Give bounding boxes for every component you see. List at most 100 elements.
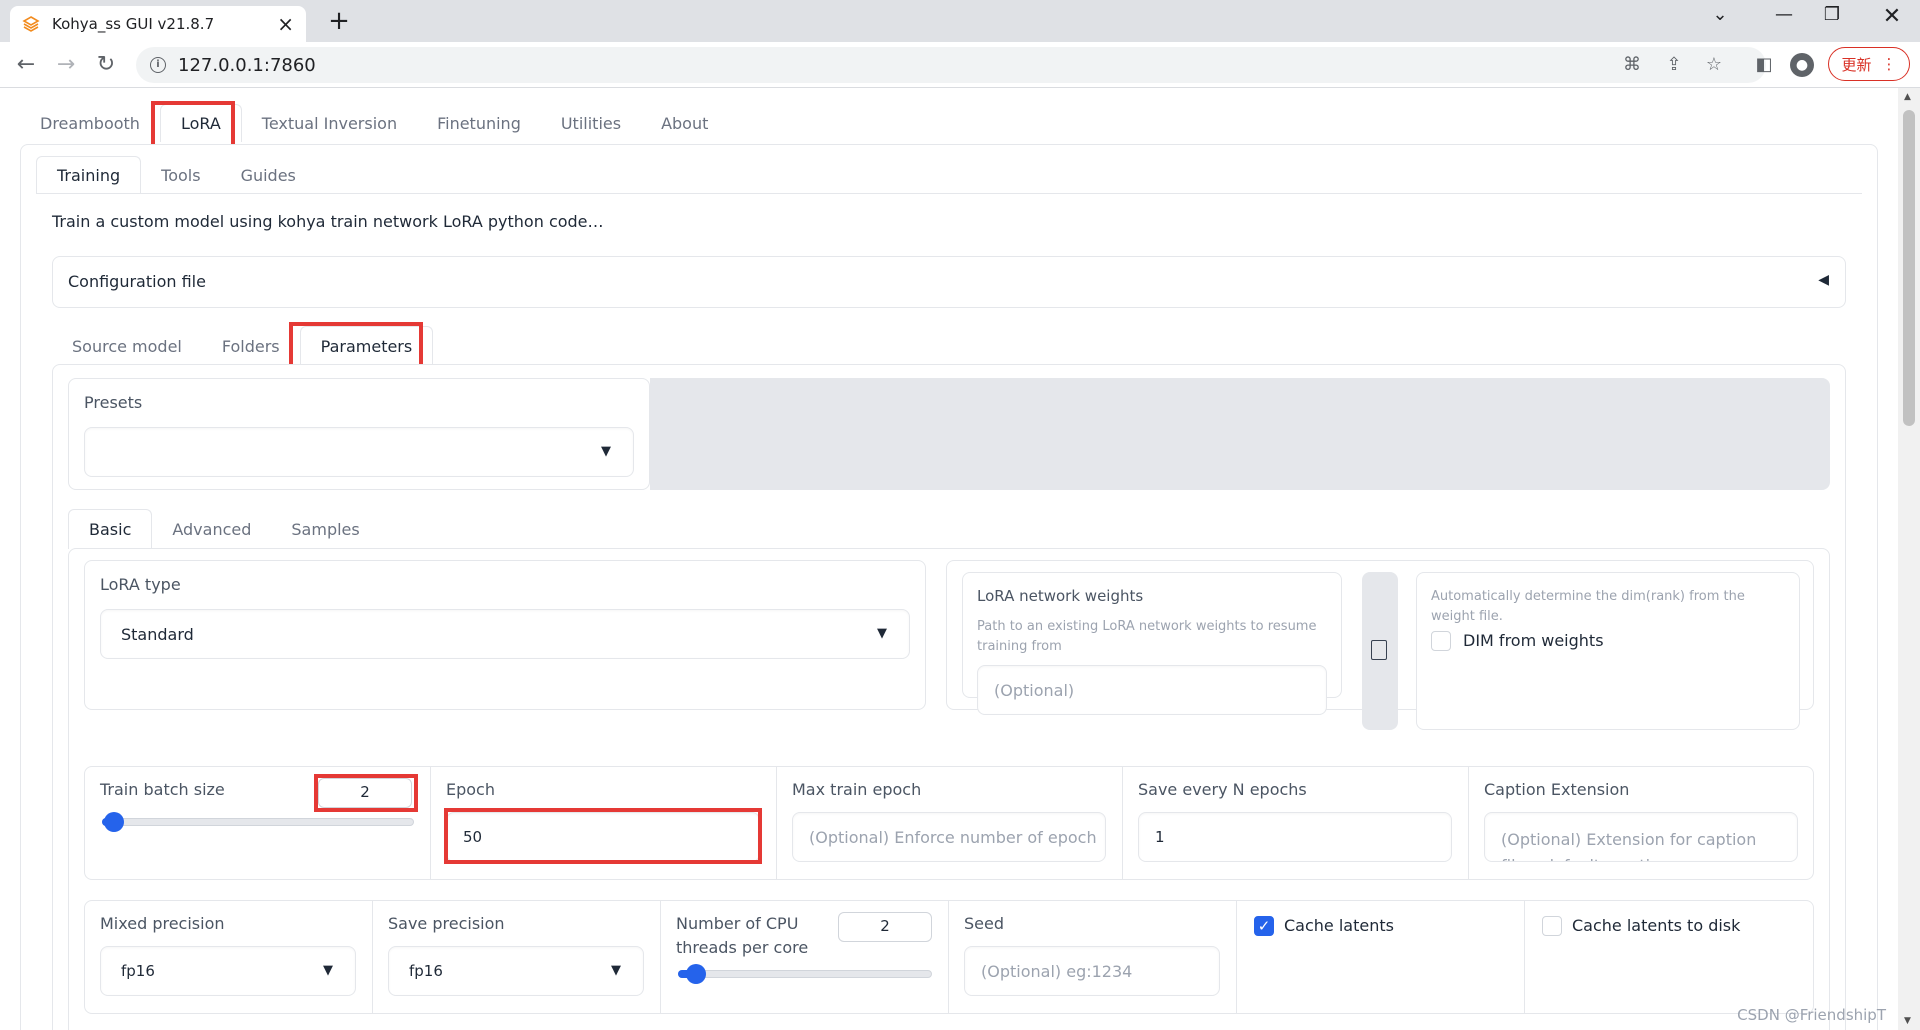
row-divider	[1468, 766, 1469, 880]
caption-extension-label: Caption Extension	[1484, 780, 1630, 799]
side-panel-icon[interactable]: ◧	[1752, 53, 1776, 77]
chevron-down-icon: ▼	[601, 444, 611, 459]
kebab-menu-icon: ⋮	[1881, 55, 1897, 73]
max-train-epoch-input[interactable]: (Optional) Enforce number of epoch	[792, 812, 1106, 862]
scrollbar-thumb[interactable]	[1903, 110, 1915, 426]
highlight-batch-size	[314, 774, 418, 812]
lora-type-dropdown[interactable]: Standard ▼	[100, 609, 910, 659]
cpu-threads-slider-handle[interactable]	[686, 964, 706, 984]
chevron-down-icon: ▼	[611, 963, 621, 978]
tab-tools[interactable]: Tools	[141, 156, 220, 194]
cache-latents-checkbox[interactable]: ✓	[1254, 916, 1274, 936]
scroll-up-icon[interactable]: ▲	[1904, 92, 1911, 102]
cpu-threads-label-line1: Number of CPU	[676, 914, 799, 933]
tab-source-model[interactable]: Source model	[52, 326, 202, 366]
lora-type-block: LoRA type Standard ▼	[84, 560, 926, 710]
save-precision-label: Save precision	[388, 914, 505, 933]
cpu-threads-track[interactable]	[678, 970, 932, 978]
tab-samples[interactable]: Samples	[271, 509, 379, 549]
dim-from-weights-info: Automatically determine the dim(rank) fr…	[1431, 589, 1745, 624]
tab-basic[interactable]: Basic	[68, 509, 153, 549]
network-weights-placeholder: (Optional)	[994, 680, 1075, 700]
configuration-file-accordion[interactable]: Configuration file ◀	[52, 256, 1846, 308]
url-text: 127.0.0.1:7860	[178, 54, 316, 76]
cpu-threads-label-line2: threads per core	[676, 938, 809, 957]
max-train-epoch-placeholder: (Optional) Enforce number of epoch	[809, 827, 1097, 847]
cache-latents-label: Cache latents	[1284, 916, 1394, 935]
save-every-n-epochs-value: 1	[1155, 828, 1165, 846]
address-bar[interactable]: i 127.0.0.1:7860	[136, 47, 1766, 83]
network-weights-input[interactable]: (Optional)	[977, 665, 1327, 715]
tab-textual-inversion[interactable]: Textual Inversion	[242, 104, 417, 142]
forward-arrow-icon[interactable]: →	[52, 51, 80, 79]
train-batch-size-label: Train batch size	[100, 780, 225, 799]
update-button[interactable]: 更新 ⋮	[1828, 47, 1910, 81]
browser-toolbar: ← → ↻ i 127.0.0.1:7860 ⌘ ⇪ ☆ ◧ ● 更新 ⋮	[0, 42, 1920, 88]
row-divider	[1122, 766, 1123, 880]
kohya-favicon-icon	[22, 16, 40, 32]
row-divider	[372, 900, 373, 1014]
row-divider	[776, 766, 777, 880]
seed-input[interactable]: (Optional) eg:1234	[964, 946, 1220, 996]
new-tab-icon[interactable]: +	[324, 6, 354, 36]
browser-tab[interactable]: Kohya_ss GUI v21.8.7 ×	[10, 6, 306, 42]
cpu-threads-input[interactable]: 2	[838, 912, 932, 942]
save-every-n-epochs-input[interactable]: 1	[1138, 812, 1452, 862]
close-tab-icon[interactable]: ×	[277, 12, 294, 36]
tab-search-chevron-icon[interactable]: ⌄	[1700, 4, 1740, 25]
presets-label: Presets	[84, 393, 143, 412]
save-precision-value: fp16	[409, 962, 443, 980]
caption-extension-input[interactable]: (Optional) Extension for caption files. …	[1484, 812, 1798, 862]
reload-icon[interactable]: ↻	[92, 51, 120, 79]
tab-training[interactable]: Training	[36, 156, 142, 194]
tab-dreambooth[interactable]: Dreambooth	[20, 104, 160, 142]
page-scrollbar[interactable]: ▲ ▼	[1898, 88, 1920, 1030]
translate-icon[interactable]: ⌘	[1620, 53, 1644, 77]
dim-from-weights-checkbox[interactable]	[1431, 631, 1451, 651]
network-weights-info: Path to an existing LoRA network weights…	[977, 619, 1317, 654]
minimize-icon[interactable]: —	[1764, 4, 1804, 25]
dim-from-weights-block: Automatically determine the dim(rank) fr…	[1416, 572, 1800, 730]
mixed-precision-dropdown[interactable]: fp16 ▼	[100, 946, 356, 996]
tab-guides[interactable]: Guides	[221, 156, 316, 194]
tab-folders[interactable]: Folders	[202, 326, 300, 366]
watermark: CSDN @FriendshipT	[1737, 1006, 1886, 1024]
browser-tabstrip: Kohya_ss GUI v21.8.7 × + ⌄ — ❐ ✕	[0, 0, 1920, 42]
max-train-epoch-label: Max train epoch	[792, 780, 922, 799]
accordion-collapse-icon[interactable]: ◀	[1818, 272, 1829, 288]
document-icon	[1371, 640, 1387, 660]
close-window-icon[interactable]: ✕	[1872, 4, 1912, 29]
file-picker-button[interactable]	[1362, 572, 1398, 730]
tab-about[interactable]: About	[641, 104, 728, 142]
site-info-icon[interactable]: i	[150, 57, 166, 73]
param-tabs: Basic Advanced Samples	[68, 509, 380, 549]
back-arrow-icon[interactable]: ←	[12, 51, 40, 79]
lora-type-value: Standard	[121, 624, 194, 644]
seed-placeholder: (Optional) eg:1234	[981, 961, 1133, 981]
row-divider	[948, 900, 949, 1014]
caption-extension-placeholder: (Optional) Extension for caption files. …	[1501, 830, 1757, 861]
tab-utilities[interactable]: Utilities	[541, 104, 641, 142]
tab-advanced[interactable]: Advanced	[152, 509, 271, 549]
sub-tabs: Training Tools Guides	[36, 156, 316, 194]
train-batch-size-slider-handle[interactable]	[104, 812, 124, 832]
presets-dropdown[interactable]: ▼	[84, 427, 634, 477]
epoch-label: Epoch	[446, 780, 495, 799]
cache-latents-to-disk-label: Cache latents to disk	[1572, 916, 1741, 935]
cache-latents-to-disk-checkbox[interactable]	[1542, 916, 1562, 936]
profile-avatar-icon[interactable]: ●	[1790, 53, 1814, 77]
scroll-down-icon[interactable]: ▼	[1904, 1016, 1911, 1026]
configuration-file-label: Configuration file	[68, 272, 206, 291]
row-divider	[1524, 900, 1525, 1014]
highlight-lora-tab	[151, 101, 235, 149]
main-tabs: Dreambooth LoRA Textual Inversion Finetu…	[20, 104, 728, 142]
maximize-icon[interactable]: ❐	[1812, 4, 1852, 25]
train-batch-size-track[interactable]	[102, 818, 414, 826]
save-precision-dropdown[interactable]: fp16 ▼	[388, 946, 644, 996]
network-weights-block: LoRA network weights Path to an existing…	[962, 572, 1342, 715]
seed-label: Seed	[964, 914, 1004, 933]
share-icon[interactable]: ⇪	[1662, 53, 1686, 77]
bookmark-star-icon[interactable]: ☆	[1702, 53, 1726, 77]
tab-finetuning[interactable]: Finetuning	[417, 104, 541, 142]
chevron-down-icon: ▼	[323, 963, 333, 978]
